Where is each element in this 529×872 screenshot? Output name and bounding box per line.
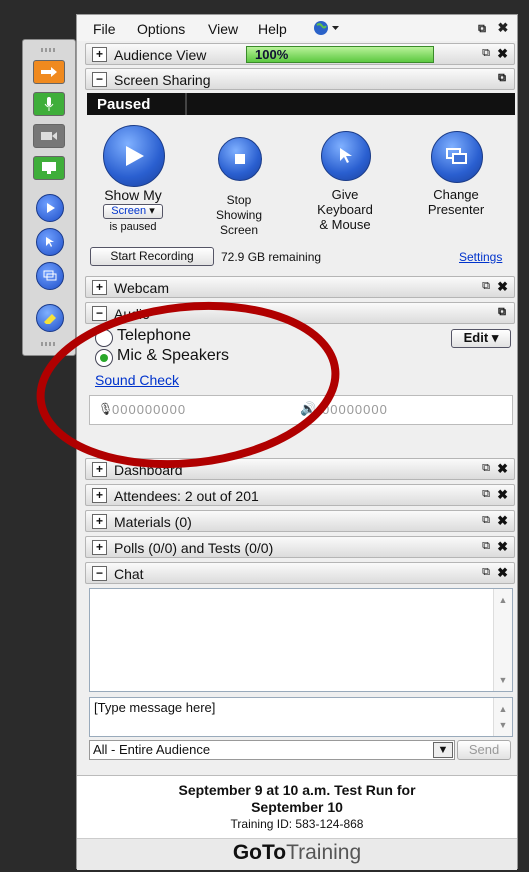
close-icon[interactable]: ✖ <box>497 279 508 295</box>
polls-bar[interactable]: + Polls (0/0) and Tests (0/0) ⧉ ✖ <box>85 536 515 558</box>
globe-icon[interactable] <box>313 20 341 41</box>
screen-sharing-status: Paused <box>97 96 151 113</box>
settings-link[interactable]: Settings <box>459 250 502 264</box>
collapse-icon[interactable]: − <box>92 72 107 87</box>
chat-log[interactable]: ▲ ▼ <box>89 588 513 692</box>
expand-icon[interactable]: + <box>92 280 107 295</box>
menu-file[interactable]: File <box>93 21 116 37</box>
session-title-line1: September 9 at 10 a.m. Test Run for <box>178 782 416 798</box>
popout-icon[interactable]: ⧉ <box>482 566 490 579</box>
chat-send-button[interactable]: Send <box>457 740 511 760</box>
popout-icon[interactable]: ⧉ <box>482 280 490 293</box>
session-title-line2: September 10 <box>251 799 343 815</box>
collapse-icon[interactable]: − <box>92 566 107 581</box>
stop-label-2: Showing <box>215 208 263 222</box>
close-icon[interactable]: ✖ <box>497 513 508 529</box>
collapse-arrow-icon[interactable] <box>33 60 65 84</box>
expand-icon[interactable]: + <box>92 540 107 555</box>
close-icon[interactable]: ✖ <box>497 46 508 62</box>
annotation-circle <box>36 301 340 469</box>
start-recording-button[interactable]: Start Recording <box>90 247 214 266</box>
drag-handle-top[interactable] <box>41 48 57 52</box>
is-paused-label: is paused <box>109 221 157 233</box>
screen-sharing-bar: − Screen Sharing ⧉ <box>85 68 515 90</box>
change-label-1: Change <box>433 187 479 202</box>
attendees-title: Attendees: 2 out of 201 <box>114 488 259 504</box>
chat-input-scrollbar[interactable]: ▲ ▼ <box>493 698 512 736</box>
give-label-2: Keyboard <box>317 202 373 217</box>
audience-view-level-bar: 100% <box>246 46 434 63</box>
audio-edit-label: Edit <box>463 330 489 345</box>
chevron-down-icon[interactable]: ▼ <box>433 742 453 758</box>
change-presenter-icon[interactable] <box>36 262 64 290</box>
chat-recipient-value: All - Entire Audience <box>93 742 211 757</box>
close-icon[interactable]: ✖ <box>497 539 508 555</box>
menu-view[interactable]: View <box>208 21 238 37</box>
chat-bar: − Chat ⧉ ✖ <box>85 562 515 584</box>
close-icon[interactable]: ✖ <box>495 21 511 35</box>
close-icon[interactable]: ✖ <box>497 461 508 477</box>
screen-share-icon[interactable] <box>33 156 65 180</box>
keyboard-mouse-icon[interactable] <box>36 228 64 256</box>
popout-icon[interactable]: ⧉ <box>482 47 490 60</box>
popout-icon[interactable]: ⧉ <box>482 514 490 527</box>
restore-icon[interactable]: ⧉ <box>474 22 490 36</box>
gototraining-logo: GoToTraining <box>77 838 517 870</box>
give-label-1: Give <box>331 187 359 202</box>
show-screen-button[interactable] <box>103 125 165 187</box>
menu-bar: File Options View Help ⧉ ✖ <box>77 15 517 41</box>
close-icon[interactable]: ✖ <box>497 487 508 503</box>
stop-showing-screen-button[interactable] <box>218 137 262 181</box>
session-info: September 9 at 10 a.m. Test Run for Sept… <box>77 775 517 870</box>
popout-icon[interactable]: ⧉ <box>498 72 506 85</box>
webcam-title: Webcam <box>114 280 169 296</box>
stop-label-1: Stop <box>226 193 252 207</box>
change-presenter-button[interactable] <box>431 131 483 183</box>
screen-select[interactable]: Screen ▾ <box>103 204 163 219</box>
show-my-label: Show My <box>104 187 162 203</box>
menu-help[interactable]: Help <box>258 21 287 37</box>
give-label-3: & Mouse <box>319 217 371 232</box>
chat-recipient-select[interactable]: All - Entire Audience ▼ <box>89 740 455 760</box>
popout-icon[interactable]: ⧉ <box>482 462 490 475</box>
popout-icon[interactable]: ⧉ <box>482 540 490 553</box>
webcam-icon[interactable] <box>33 124 65 148</box>
change-label-2: Presenter <box>427 202 485 217</box>
expand-icon[interactable]: + <box>92 514 107 529</box>
audio-edit-button[interactable]: Edit ▾ <box>451 329 511 348</box>
expand-icon[interactable]: + <box>92 488 107 503</box>
microphone-icon[interactable] <box>33 92 65 116</box>
stop-label-3: Screen <box>219 223 259 237</box>
screen-select-value: Screen <box>111 205 147 217</box>
give-keyboard-mouse-button[interactable] <box>321 131 371 181</box>
chat-title: Chat <box>114 566 144 582</box>
chat-message-input[interactable]: [Type message here] ▲ ▼ <box>89 697 513 737</box>
attendees-bar[interactable]: + Attendees: 2 out of 201 ⧉ ✖ <box>85 484 515 506</box>
logo-bold: GoTo <box>232 841 287 864</box>
audience-view-level: 100% <box>255 47 289 62</box>
popout-icon[interactable]: ⧉ <box>498 306 506 319</box>
close-icon[interactable]: ✖ <box>497 565 508 581</box>
materials-bar[interactable]: + Materials (0) ⧉ ✖ <box>85 510 515 532</box>
audience-view-bar: + Audience View 100% ⧉ ✖ <box>85 43 515 65</box>
chat-message-placeholder: [Type message here] <box>94 700 216 715</box>
storage-remaining: 72.9 GB remaining <box>221 250 322 264</box>
screen-sharing-title: Screen Sharing <box>114 72 211 88</box>
chat-log-scrollbar[interactable]: ▲ ▼ <box>493 589 512 691</box>
polls-title: Polls (0/0) and Tests (0/0) <box>114 540 274 556</box>
screen-sharing-status-bar: Paused <box>87 93 515 115</box>
menu-options[interactable]: Options <box>137 21 185 37</box>
logo-light: Training <box>286 841 362 864</box>
popout-icon[interactable]: ⧉ <box>482 488 490 501</box>
expand-icon[interactable]: + <box>92 47 107 62</box>
play-icon[interactable] <box>36 194 64 222</box>
materials-title: Materials (0) <box>114 514 192 530</box>
audience-view-title: Audience View <box>114 47 207 63</box>
training-id: Training ID: 583-124-868 <box>230 817 364 831</box>
